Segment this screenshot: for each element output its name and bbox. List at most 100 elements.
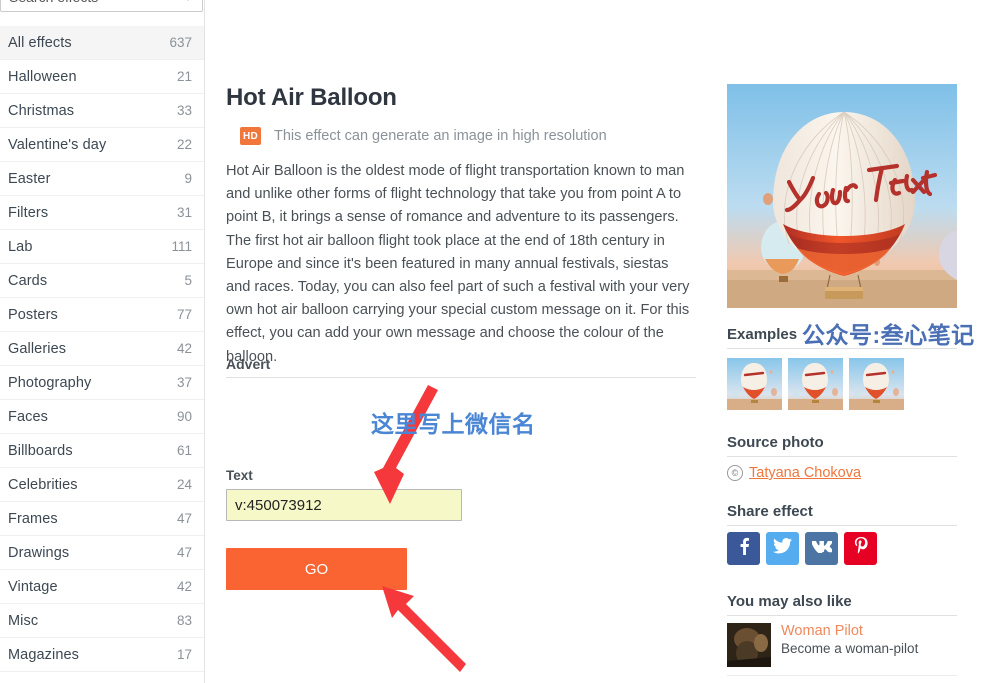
example-thumbnail[interactable]: [788, 358, 843, 410]
category-label: Photography: [8, 374, 92, 391]
page-root: Search effects ▼ All effects 637 Halloween…: [0, 0, 987, 683]
sidebar-item-christmas[interactable]: Christmas 33: [0, 94, 204, 128]
category-sidebar: Search effects ▼ All effects 637 Halloween…: [0, 0, 205, 683]
category-count: 5: [184, 273, 192, 288]
related-effect-title: Woman Pilot: [781, 623, 863, 639]
source-author-link[interactable]: Tatyana Chokova: [749, 465, 861, 481]
category-label: Cards: [8, 272, 48, 289]
related-effect-item[interactable]: Woman Pilot Become a woman-pilot: [727, 623, 957, 676]
category-label: Misc: [8, 612, 39, 629]
category-label: All effects: [8, 34, 72, 51]
category-count: 22: [176, 137, 192, 152]
copyright-icon: ©: [727, 465, 743, 481]
category-count: 77: [176, 307, 192, 322]
sidebar-item-billboards[interactable]: Billboards 61: [0, 434, 204, 468]
sidebar-item-vintage[interactable]: Vintage 42: [0, 570, 204, 604]
category-count: 47: [176, 511, 192, 526]
facebook-icon: [737, 537, 751, 560]
annotation-note-chinese: 这里写上微信名: [371, 411, 536, 437]
go-button[interactable]: GO: [226, 548, 407, 590]
share-vk-button[interactable]: [805, 532, 838, 565]
share-button-list: [727, 532, 877, 565]
category-label: Galleries: [8, 340, 67, 357]
hd-notice-text: This effect can generate an image in hig…: [274, 128, 607, 144]
category-count: 31: [176, 205, 192, 220]
sidebar-item-all-effects[interactable]: All effects 637: [0, 26, 204, 60]
share-twitter-button[interactable]: [766, 532, 799, 565]
category-count: 61: [176, 443, 192, 458]
category-label: Christmas: [8, 102, 75, 119]
sidebar-item-filters[interactable]: Filters 31: [0, 196, 204, 230]
sidebar-item-easter[interactable]: Easter 9: [0, 162, 204, 196]
category-count: 21: [176, 69, 192, 84]
sidebar-item-cards[interactable]: Cards 5: [0, 264, 204, 298]
main-content: Hot Air Balloon HD This effect can gener…: [226, 0, 698, 683]
category-label: Magazines: [8, 646, 80, 663]
category-count: 37: [176, 375, 192, 390]
category-count: 9: [184, 171, 192, 186]
related-effects-list: Woman Pilot Become a woman-pilot: [727, 623, 957, 683]
example-thumbnail[interactable]: [727, 358, 782, 410]
search-input[interactable]: Search effects ▼: [0, 0, 203, 12]
text-field-label: Text: [226, 468, 253, 483]
pinterest-icon: [854, 537, 868, 560]
category-label: Filters: [8, 204, 49, 221]
you-may-also-like-heading: You may also like: [727, 593, 852, 610]
category-label: Vintage: [8, 578, 58, 595]
category-count: 33: [176, 103, 192, 118]
category-label: Posters: [8, 306, 58, 323]
category-label: Faces: [8, 408, 48, 425]
source-divider: [727, 456, 957, 457]
category-label: Celebrities: [8, 476, 78, 493]
share-effect-heading: Share effect: [727, 503, 813, 520]
sidebar-item-frames[interactable]: Frames 47: [0, 502, 204, 536]
category-count: 24: [176, 477, 192, 492]
hd-notice: HD This effect can generate an image in …: [240, 127, 607, 145]
category-label: Frames: [8, 510, 58, 527]
share-pinterest-button[interactable]: [844, 532, 877, 565]
category-label: Billboards: [8, 442, 73, 459]
sidebar-item-valentine-s-day[interactable]: Valentine's day 22: [0, 128, 204, 162]
search-icon: ▼: [182, 0, 194, 4]
sidebar-item-posters[interactable]: Posters 77: [0, 298, 204, 332]
category-count: 42: [176, 579, 192, 594]
category-count: 90: [176, 409, 192, 424]
annotation-arrow-to-go: [382, 586, 466, 672]
effect-preview-image[interactable]: [727, 84, 957, 308]
category-label: Easter: [8, 170, 51, 187]
sidebar-item-misc[interactable]: Misc 83: [0, 604, 204, 638]
category-count: 637: [169, 35, 192, 50]
sidebar-item-photography[interactable]: Photography 37: [0, 366, 204, 400]
source-photo-heading: Source photo: [727, 434, 824, 451]
examples-heading: Examples: [727, 326, 798, 343]
category-label: Halloween: [8, 68, 77, 85]
examples-thumbnail-list: [727, 358, 904, 410]
category-count: 111: [171, 239, 192, 254]
hd-badge: HD: [240, 127, 261, 145]
sidebar-item-drawings[interactable]: Drawings 47: [0, 536, 204, 570]
advert-label: Advert: [226, 356, 271, 372]
sidebar-item-lab[interactable]: Lab 111: [0, 230, 204, 264]
category-label: Drawings: [8, 544, 70, 561]
effect-description: Hot Air Balloon is the oldest mode of fl…: [226, 163, 690, 365]
example-thumbnail[interactable]: [849, 358, 904, 410]
hero-balloon-illustration: [727, 84, 957, 308]
category-count: 83: [176, 613, 192, 628]
category-label: Valentine's day: [8, 136, 107, 153]
sidebar-item-magazines[interactable]: Magazines 17: [0, 638, 204, 672]
share-divider: [727, 525, 957, 526]
sidebar-item-galleries[interactable]: Galleries 42: [0, 332, 204, 366]
also-divider: [727, 615, 957, 616]
sidebar-item-faces[interactable]: Faces 90: [0, 400, 204, 434]
twitter-icon: [773, 538, 792, 559]
sidebar-item-halloween[interactable]: Halloween 21: [0, 60, 204, 94]
page-title: Hot Air Balloon: [226, 84, 397, 111]
related-effect-subtitle: Become a woman-pilot: [781, 641, 919, 656]
share-facebook-button[interactable]: [727, 532, 760, 565]
advert-divider: [226, 377, 696, 378]
related-effect-thumbnail: [727, 623, 771, 667]
related-effect-text: Woman Pilot Become a woman-pilot: [781, 623, 918, 658]
source-photo-credit: © Tatyana Chokova: [727, 465, 861, 481]
sidebar-item-celebrities[interactable]: Celebrities 24: [0, 468, 204, 502]
text-input[interactable]: [226, 489, 462, 521]
